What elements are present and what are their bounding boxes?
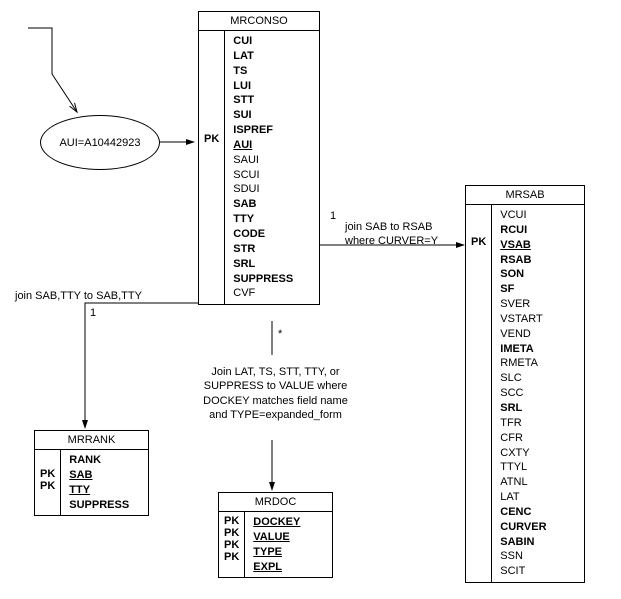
field-rsab: RSAB xyxy=(500,253,546,268)
field-srl: SRL xyxy=(233,257,293,272)
field-vstart: VSTART xyxy=(500,312,546,327)
label-join-sab-tty: join SAB,TTY to SAB,TTY xyxy=(15,289,142,303)
field-lat: LAT xyxy=(500,490,546,505)
field-vend: VEND xyxy=(500,327,546,342)
cardinality-1: 1 xyxy=(330,210,336,222)
fields-column: RANKSABTTYSUPPRESS xyxy=(61,450,137,515)
field-rmeta: RMETA xyxy=(500,356,546,371)
field-sab: SAB xyxy=(233,197,293,212)
fields-column: CUILATTSLUISTTSUIISPREFAUISAUISCUISDUISA… xyxy=(225,31,301,304)
pk-label: PK xyxy=(40,468,55,480)
entity-title: MRCONSO xyxy=(199,12,319,31)
field-str: STR xyxy=(233,242,293,257)
cardinality-star: * xyxy=(278,328,282,340)
entity-title: MRRANK xyxy=(35,431,148,450)
field-cvf: CVF xyxy=(233,286,293,301)
field-lui: LUI xyxy=(233,79,293,94)
entity-mrdoc: MRDOC PKPKPKPK DOCKEYVALUETYPEEXPL xyxy=(218,492,333,578)
field-suppress: SUPPRESS xyxy=(233,272,293,287)
field-rank: RANK xyxy=(69,453,129,468)
field-cenc: CENC xyxy=(500,505,546,520)
field-slc: SLC xyxy=(500,371,546,386)
field-sf: SF xyxy=(500,282,546,297)
pk-column: PK xyxy=(466,205,492,582)
field-sab: SAB xyxy=(69,468,129,483)
field-cxty: CXTY xyxy=(500,446,546,461)
cardinality-1: 1 xyxy=(90,307,96,319)
field-sabin: SABIN xyxy=(500,535,546,550)
field-value: VALUE xyxy=(253,530,300,545)
field-vcui: VCUI xyxy=(500,208,546,223)
pk-column: PK xyxy=(199,31,225,304)
field-saui: SAUI xyxy=(233,153,293,168)
field-ispref: ISPREF xyxy=(233,123,293,138)
field-ttyl: TTYL xyxy=(500,460,546,475)
field-scit: SCIT xyxy=(500,564,546,579)
pk-label: PK xyxy=(224,527,239,539)
field-aui: AUI xyxy=(233,138,293,153)
field-stt: STT xyxy=(233,93,293,108)
entity-mrrank: MRRANK PKPK RANKSABTTYSUPPRESS xyxy=(34,430,149,516)
field-scui: SCUI xyxy=(233,168,293,183)
field-sdui: SDUI xyxy=(233,182,293,197)
pk-label: PK xyxy=(40,480,55,492)
field-lat: LAT xyxy=(233,49,293,64)
field-tty: TTY xyxy=(233,212,293,227)
entity-mrsab: MRSAB PK VCUIRCUIVSABRSABSONSFSVERVSTART… xyxy=(465,185,585,583)
field-cui: CUI xyxy=(233,34,293,49)
field-sver: SVER xyxy=(500,297,546,312)
field-son: SON xyxy=(500,267,546,282)
field-tfr: TFR xyxy=(500,416,546,431)
field-dockey: DOCKEY xyxy=(253,515,300,530)
field-expl: EXPL xyxy=(253,560,300,575)
field-type: TYPE xyxy=(253,545,300,560)
entity-title: MRDOC xyxy=(219,493,332,512)
pk-label: PK xyxy=(224,515,239,527)
entity-mrconso: MRCONSO PK CUILATTSLUISTTSUIISPREFAUISAU… xyxy=(198,11,320,305)
entity-title: MRSAB xyxy=(466,186,584,205)
field-suppress: SUPPRESS xyxy=(69,498,129,513)
input-node-text: AUI=A10442923 xyxy=(59,137,140,149)
field-tty: TTY xyxy=(69,483,129,498)
input-node: AUI=A10442923 xyxy=(40,115,160,170)
field-curver: CURVER xyxy=(500,520,546,535)
fields-column: VCUIRCUIVSABRSABSONSFSVERVSTARTVENDIMETA… xyxy=(492,205,554,582)
pk-label: PK xyxy=(224,551,239,563)
label-join-sab-rsab: join SAB to RSAB where CURVER=Y xyxy=(345,220,438,249)
field-sui: SUI xyxy=(233,108,293,123)
field-srl: SRL xyxy=(500,401,546,416)
field-ts: TS xyxy=(233,64,293,79)
field-vsab: VSAB xyxy=(500,238,546,253)
field-scc: SCC xyxy=(500,386,546,401)
field-code: CODE xyxy=(233,227,293,242)
field-ssn: SSN xyxy=(500,549,546,564)
field-rcui: RCUI xyxy=(500,223,546,238)
pk-column: PKPKPKPK xyxy=(219,512,245,577)
field-atnl: ATNL xyxy=(500,475,546,490)
field-imeta: IMETA xyxy=(500,342,546,357)
label-join-doc: Join LAT, TS, STT, TTY, or SUPPRESS to V… xyxy=(188,365,363,422)
pk-label: PK xyxy=(224,539,239,551)
pk-column: PKPK xyxy=(35,450,61,515)
field-cfr: CFR xyxy=(500,431,546,446)
fields-column: DOCKEYVALUETYPEEXPL xyxy=(245,512,308,577)
